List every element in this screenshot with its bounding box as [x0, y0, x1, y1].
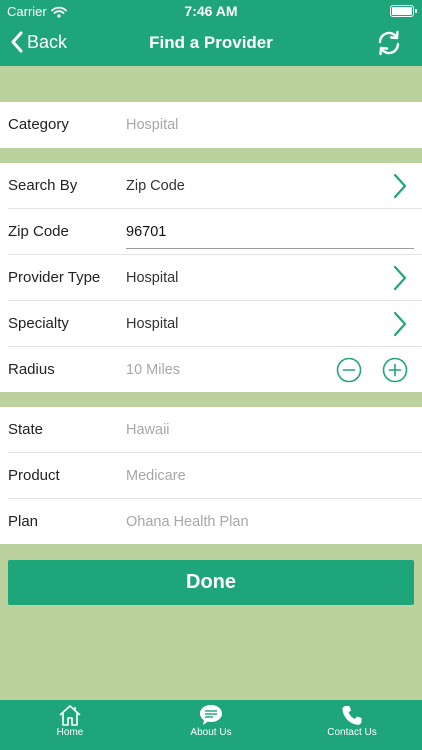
chat-icon: [200, 705, 222, 725]
provider-type-value: Hospital: [126, 270, 179, 286]
plan-value[interactable]: Ohana Health Plan: [126, 514, 249, 530]
plan-row[interactable]: Plan Ohana Health Plan: [0, 499, 422, 544]
chevron-right-icon[interactable]: [392, 173, 408, 199]
product-value[interactable]: Medicare: [126, 468, 186, 484]
nav-bar: Back Find a Provider: [0, 22, 422, 66]
battery-icon: [390, 5, 417, 17]
state-label: State: [8, 421, 44, 438]
zip-code-row: Zip Code 96701: [0, 209, 422, 255]
plan-label: Plan: [8, 513, 39, 530]
category-section: Category Hospital: [0, 102, 422, 148]
location-section: State Hawaii Product Medicare Plan Ohana…: [0, 407, 422, 544]
product-row[interactable]: Product Medicare: [0, 453, 422, 499]
category-row[interactable]: Category Hospital: [0, 102, 422, 148]
state-row[interactable]: State Hawaii: [0, 407, 422, 453]
tab-about-us-label: About Us: [190, 727, 232, 738]
tab-home-label: Home: [56, 727, 84, 738]
status-time: 7:46 AM: [184, 3, 238, 19]
zip-code-label: Zip Code: [8, 223, 69, 240]
radius-label: Radius: [8, 361, 55, 378]
category-label: Category: [8, 116, 69, 133]
zip-code-input[interactable]: 96701: [126, 224, 166, 240]
category-field[interactable]: Hospital: [126, 117, 178, 133]
tab-about-us[interactable]: About Us: [141, 700, 281, 750]
specialty-label: Specialty: [8, 315, 69, 332]
chevron-right-icon[interactable]: [392, 311, 408, 337]
done-button[interactable]: Done: [8, 560, 414, 605]
plus-circle-icon[interactable]: [382, 357, 408, 383]
product-label: Product: [8, 467, 60, 484]
zip-code-underline: [126, 248, 414, 249]
phone-icon: [342, 706, 362, 725]
search-by-label: Search By: [8, 177, 78, 194]
page-title: Find a Provider: [149, 33, 273, 52]
status-bar: Carrier 7:46 AM: [0, 0, 422, 22]
radius-row: Radius 10 Miles: [0, 347, 422, 393]
specialty-value: Hospital: [126, 316, 179, 332]
radius-value: 10 Miles: [126, 362, 180, 378]
search-by-value: Zip Code: [126, 178, 185, 194]
chevron-right-icon[interactable]: [392, 265, 408, 291]
tab-bar: Home About Us Contact Us: [0, 700, 422, 750]
search-section: Search By Zip Code Zip Code 96701 Provid…: [0, 163, 422, 392]
tab-contact-us-label: Contact Us: [327, 727, 377, 738]
home-icon: [59, 705, 81, 726]
search-by-row[interactable]: Search By Zip Code: [0, 163, 422, 209]
minus-circle-icon[interactable]: [336, 357, 362, 383]
specialty-row[interactable]: Specialty Hospital: [0, 301, 422, 347]
header: Carrier 7:46 AM Back Find a Provider: [0, 0, 422, 66]
tab-home[interactable]: Home: [0, 700, 140, 750]
provider-type-label: Provider Type: [8, 269, 101, 286]
state-value[interactable]: Hawaii: [126, 422, 170, 438]
tab-contact-us[interactable]: Contact Us: [282, 700, 422, 750]
refresh-icon[interactable]: [376, 30, 402, 56]
provider-type-row[interactable]: Provider Type Hospital: [0, 255, 422, 301]
